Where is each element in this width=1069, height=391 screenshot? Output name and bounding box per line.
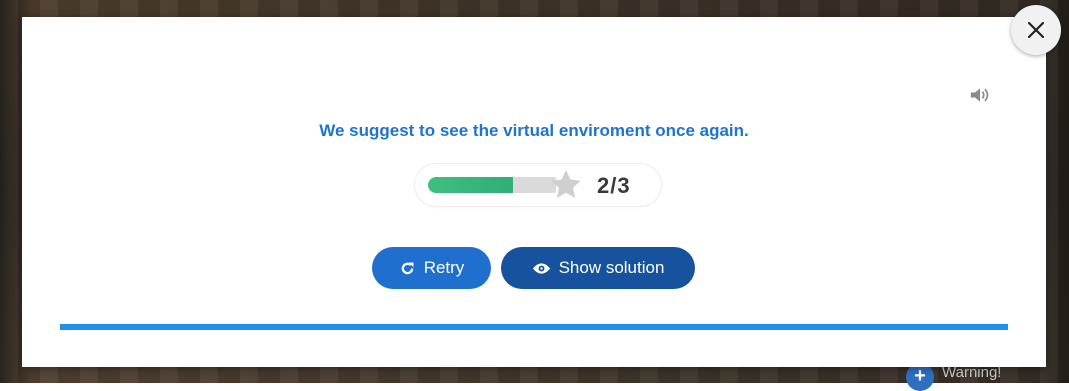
star-icon	[551, 170, 581, 198]
show-solution-button[interactable]: Show solution	[501, 247, 695, 289]
score-progress-fill	[428, 177, 514, 193]
bottom-divider	[60, 324, 1008, 330]
speaker-icon	[970, 88, 989, 102]
feedback-message: We suggest to see the virtual enviroment…	[319, 121, 749, 140]
retry-label: Retry	[423, 258, 465, 277]
score-indicator: 2/3	[415, 164, 661, 206]
retry-button[interactable]: Retry	[372, 247, 491, 289]
feedback-dialog: We suggest to see the virtual enviroment…	[22, 17, 1046, 367]
close-button[interactable]	[1011, 5, 1061, 55]
eye-icon	[532, 262, 551, 275]
score-text: 2/3	[597, 173, 631, 198]
show-solution-label: Show solution	[558, 258, 665, 277]
audio-button[interactable]	[966, 83, 994, 107]
refresh-icon	[399, 260, 416, 277]
close-icon	[1027, 21, 1045, 39]
score-progress-bar	[428, 177, 556, 193]
